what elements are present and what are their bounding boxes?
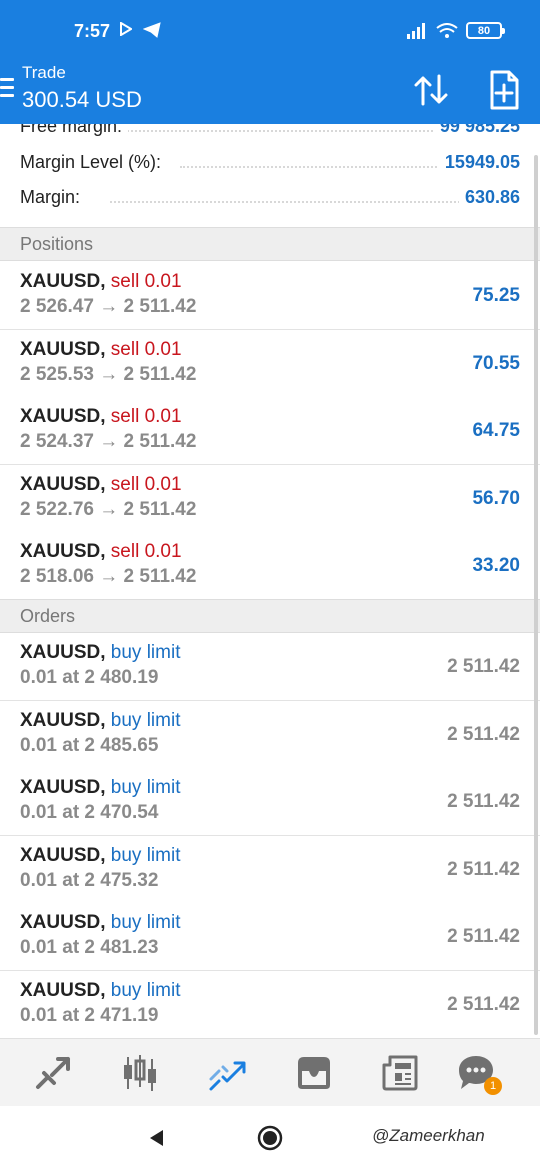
order-symbol: XAUUSD,: [20, 912, 106, 933]
account-balance: 300.54 USD: [22, 87, 142, 112]
position-symbol: XAUUSD,: [20, 474, 106, 495]
wifi-icon: [436, 22, 458, 38]
order-symbol: XAUUSD,: [20, 710, 106, 731]
position-row[interactable]: XAUUSD, sell 0.01 2 522.76 → 2 511.42 56…: [0, 465, 540, 533]
signal-icon: [407, 22, 425, 39]
new-order-icon[interactable]: [484, 68, 524, 112]
position-prices: 2 524.37 → 2 511.42: [20, 431, 197, 452]
summary-margin-level: Margin Level (%): 15949.05: [0, 146, 540, 182]
page-title: Trade: [22, 63, 66, 82]
notification-badge: 1: [484, 1077, 502, 1095]
order-row[interactable]: XAUUSD, buy limit 0.01 at 2 481.23 2 511…: [0, 903, 540, 971]
history-icon[interactable]: [294, 1053, 334, 1093]
order-symbol: XAUUSD,: [20, 845, 106, 866]
order-row[interactable]: XAUUSD, buy limit 0.01 at 2 470.54 2 511…: [0, 768, 540, 836]
position-prices: 2 525.53 → 2 511.42: [20, 364, 197, 385]
order-detail: 0.01 at 2 485.65: [20, 735, 159, 756]
status-time: 7:57: [74, 21, 111, 41]
position-prices: 2 526.47 → 2 511.42: [20, 296, 197, 317]
position-symbol: XAUUSD,: [20, 406, 106, 427]
order-type: buy limit: [110, 642, 181, 663]
summary-value: 15949.05: [438, 152, 520, 173]
summary-label: Margin:: [20, 187, 87, 208]
position-profit: 33.20: [472, 555, 520, 576]
order-row[interactable]: XAUUSD, buy limit 0.01 at 2 485.65 2 511…: [0, 701, 540, 769]
position-type: sell 0.01: [110, 339, 182, 360]
status-bar: 7:57 80: [0, 0, 540, 60]
orders-header-label: Orders: [20, 606, 76, 626]
order-current-price: 2 511.42: [447, 859, 520, 880]
position-symbol: XAUUSD,: [20, 271, 106, 292]
summary-margin: Margin: 630.86: [0, 181, 540, 217]
position-type: sell 0.01: [110, 406, 182, 427]
position-row[interactable]: XAUUSD, sell 0.01 2 525.53 → 2 511.42 70…: [0, 330, 540, 398]
watermark-text: @Zameerkhan: [372, 1126, 485, 1145]
order-detail: 0.01 at 2 470.54: [20, 802, 159, 823]
position-prices: 2 518.06 → 2 511.42: [20, 566, 197, 587]
order-type: buy limit: [110, 710, 181, 731]
order-symbol: XAUUSD,: [20, 642, 106, 663]
order-type: buy limit: [110, 777, 181, 798]
play-icon: [120, 22, 132, 36]
home-icon[interactable]: [257, 1125, 283, 1151]
position-row[interactable]: XAUUSD, sell 0.01 2 524.37 → 2 511.42 64…: [0, 397, 540, 465]
summary-label: Margin Level (%):: [20, 152, 168, 173]
bottom-nav: 1: [0, 1038, 540, 1106]
position-type: sell 0.01: [110, 271, 182, 292]
order-symbol: XAUUSD,: [20, 980, 106, 1001]
position-type: sell 0.01: [110, 474, 182, 495]
order-current-price: 2 511.42: [447, 791, 520, 812]
order-detail: 0.01 at 2 480.19: [20, 667, 159, 688]
order-type: buy limit: [110, 845, 181, 866]
order-detail: 0.01 at 2 481.23: [20, 937, 159, 958]
back-icon[interactable]: [147, 1128, 165, 1148]
order-current-price: 2 511.42: [447, 724, 520, 745]
position-row[interactable]: XAUUSD, sell 0.01 2 518.06 → 2 511.42 33…: [0, 532, 540, 600]
position-row[interactable]: XAUUSD, sell 0.01 2 526.47 → 2 511.42 75…: [0, 262, 540, 330]
chart-icon[interactable]: [120, 1053, 160, 1093]
order-detail: 0.01 at 2 475.32: [20, 870, 159, 891]
status-indicators: 80: [406, 22, 505, 39]
position-profit: 75.25: [472, 285, 520, 306]
trade-icon[interactable]: [208, 1053, 248, 1093]
order-type: buy limit: [110, 912, 181, 933]
summary-free-margin: Free margin: 99 985.25: [0, 124, 540, 146]
positions-header: Positions: [0, 227, 540, 261]
news-icon[interactable]: [380, 1053, 420, 1093]
position-profit: 64.75: [472, 420, 520, 441]
summary-value: 99 985.25: [433, 124, 520, 137]
order-current-price: 2 511.42: [447, 926, 520, 947]
position-type: sell 0.01: [110, 541, 182, 562]
battery-icon: 80: [466, 22, 505, 39]
positions-header-label: Positions: [20, 234, 94, 254]
scrollbar[interactable]: [534, 155, 538, 1035]
quotes-icon[interactable]: [34, 1053, 74, 1093]
order-type: buy limit: [110, 980, 181, 1001]
order-current-price: 2 511.42: [447, 994, 520, 1015]
trade-content[interactable]: Free margin: 99 985.25 Margin Level (%):…: [0, 124, 540, 1038]
summary-value: 630.86: [458, 187, 520, 208]
position-profit: 56.70: [472, 488, 520, 509]
menu-icon[interactable]: [0, 78, 14, 98]
app-bar: Trade 300.54 USD: [0, 60, 540, 124]
order-symbol: XAUUSD,: [20, 777, 106, 798]
orders-header: Orders: [0, 599, 540, 633]
position-prices: 2 522.76 → 2 511.42: [20, 499, 197, 520]
order-row[interactable]: XAUUSD, buy limit 0.01 at 2 480.19 2 511…: [0, 633, 540, 701]
order-row[interactable]: XAUUSD, buy limit 0.01 at 2 475.32 2 511…: [0, 836, 540, 904]
order-row[interactable]: XAUUSD, buy limit 0.01 at 2 471.19 2 511…: [0, 971, 540, 1038]
order-detail: 0.01 at 2 471.19: [20, 1005, 159, 1026]
telegram-icon: [143, 22, 161, 38]
messages-button[interactable]: 1: [456, 1053, 502, 1095]
summary-label: Free margin:: [20, 124, 129, 137]
order-current-price: 2 511.42: [447, 656, 520, 677]
position-symbol: XAUUSD,: [20, 339, 106, 360]
position-profit: 70.55: [472, 353, 520, 374]
position-symbol: XAUUSD,: [20, 541, 106, 562]
system-nav-bar: @Zameerkhan: [0, 1106, 540, 1170]
sort-icon[interactable]: [412, 70, 452, 110]
